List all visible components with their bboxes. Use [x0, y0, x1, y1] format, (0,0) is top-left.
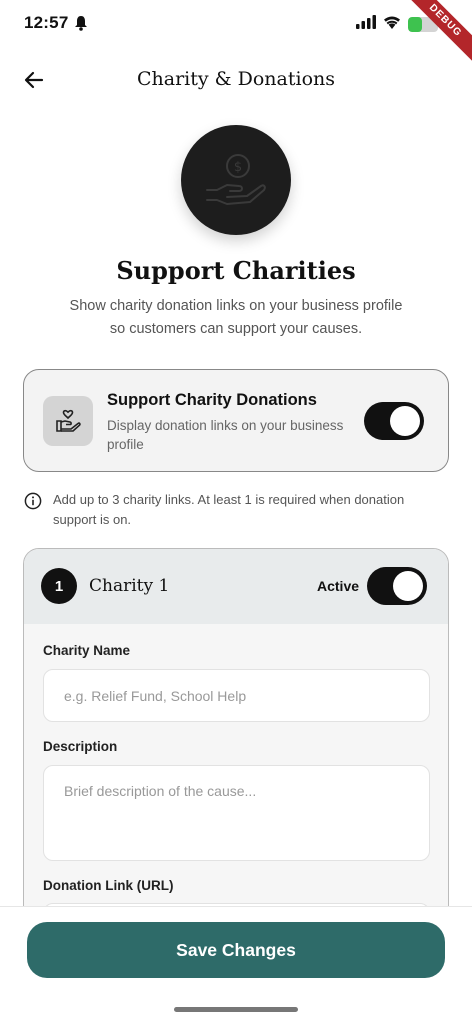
status-time: 12:57 — [24, 13, 69, 32]
signal-icon — [356, 14, 376, 34]
app-bar: Charity & Donations — [0, 58, 472, 102]
hand-heart-icon — [56, 409, 81, 432]
charity-name-field[interactable] — [43, 669, 430, 722]
support-donations-card: Support Charity Donations Display donati… — [23, 369, 449, 472]
charity-card: 1 Charity 1 Active Charity Name Descript… — [23, 548, 449, 968]
description-label: Description — [43, 739, 118, 754]
home-indicator — [174, 1007, 298, 1012]
charity-active-toggle[interactable] — [367, 567, 427, 605]
toggle-knob — [390, 406, 420, 436]
support-title: Support Charity Donations — [107, 391, 317, 409]
charity-title: Charity 1 — [89, 576, 170, 596]
hero-title: Support Charities — [116, 256, 356, 285]
info-icon — [24, 492, 42, 515]
status-bar: 12:57 DEBUG — [0, 0, 472, 67]
description-field[interactable] — [43, 765, 430, 861]
hand-coin-icon: $ — [206, 154, 266, 205]
active-label: Active — [317, 578, 360, 594]
toggle-knob — [393, 571, 423, 601]
charity-name-input[interactable] — [44, 670, 429, 721]
description-input[interactable] — [44, 766, 429, 860]
support-description: Display donation links on your business … — [107, 418, 344, 452]
charity-name-label: Charity Name — [43, 643, 131, 658]
info-text: Add up to 3 charity links. At least 1 is… — [53, 492, 405, 527]
page-title: Charity & Donations — [137, 68, 335, 90]
support-donations-toggle[interactable] — [364, 402, 424, 440]
donation-link-label: Donation Link (URL) — [43, 878, 174, 893]
hero-subtitle: Show charity donation links on your busi… — [69, 298, 403, 337]
charity-number-badge: 1 — [41, 568, 77, 604]
notification-bell-icon — [74, 15, 88, 36]
support-icon-box — [43, 396, 93, 446]
svg-text:$: $ — [234, 160, 242, 175]
wifi-icon — [382, 14, 402, 34]
charity-header: 1 Charity 1 Active — [24, 549, 448, 624]
hero-avatar: $ — [181, 125, 291, 235]
save-changes-button[interactable]: Save Changes — [27, 922, 445, 978]
